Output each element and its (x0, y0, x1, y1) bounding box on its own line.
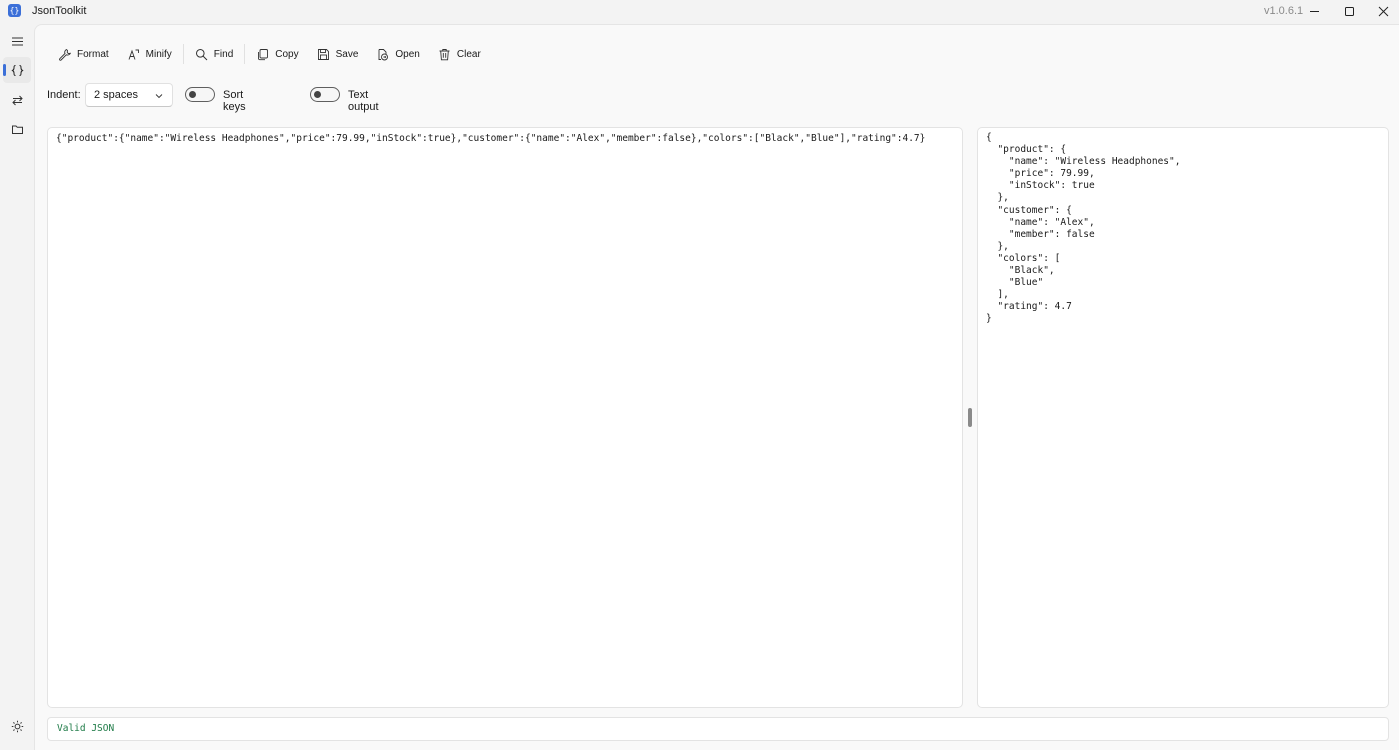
output-editor[interactable]: { "product": { "name": "Wireless Headpho… (977, 127, 1389, 708)
pane-splitter[interactable] (968, 408, 972, 427)
open-button[interactable]: Open (367, 41, 428, 67)
save-icon (317, 48, 329, 60)
hamburger-icon (11, 36, 23, 46)
status-bar: Valid JSON (47, 717, 1389, 741)
save-label: Save (335, 48, 359, 60)
find-label: Find (213, 48, 234, 60)
folder-icon (11, 125, 23, 134)
copy-label: Copy (275, 48, 299, 60)
toolbar: Format Minify Find Copy Save Open Clear (49, 41, 490, 67)
trash-icon (439, 48, 450, 60)
swap-icon (11, 95, 23, 105)
indent-select[interactable]: 2 spaces (85, 83, 173, 107)
clear-button[interactable]: Clear (429, 41, 490, 67)
nav-item-files[interactable] (3, 116, 31, 142)
indent-value: 2 spaces (94, 89, 139, 101)
minimize-button[interactable] (1297, 0, 1331, 22)
app-title: JsonToolkit (32, 5, 87, 17)
theme-toggle-button[interactable] (3, 713, 31, 739)
sort-keys-toggle[interactable] (185, 87, 215, 102)
input-editor[interactable]: {"product":{"name":"Wireless Headphones"… (47, 127, 963, 708)
nav-item-convert[interactable] (3, 87, 31, 113)
format-button[interactable]: Format (49, 41, 118, 67)
save-button[interactable]: Save (308, 41, 368, 67)
active-indicator (3, 64, 6, 76)
menu-button[interactable] (3, 28, 31, 54)
title-bar: {} JsonToolkit v1.0.6.1 (0, 0, 1399, 24)
toolbar-divider (182, 44, 184, 64)
minimize-icon (1309, 10, 1319, 12)
close-icon (1378, 6, 1388, 16)
wrench-icon (59, 48, 71, 61)
open-label: Open (395, 48, 420, 60)
format-label: Format (77, 48, 109, 60)
toolbar-divider (244, 44, 246, 64)
text-output-toggle[interactable] (310, 87, 340, 102)
find-button[interactable]: Find (186, 41, 242, 67)
minify-button[interactable]: Minify (118, 41, 181, 67)
copy-button[interactable]: Copy (247, 41, 307, 67)
copy-icon (258, 48, 269, 60)
sun-icon (11, 720, 23, 732)
minify-label: Minify (145, 48, 172, 60)
status-text: Valid JSON (57, 723, 115, 734)
minify-icon (128, 49, 139, 60)
maximize-button[interactable] (1332, 0, 1366, 22)
nav-item-formatter[interactable] (3, 57, 31, 83)
braces-icon (10, 64, 24, 76)
search-icon (195, 48, 208, 60)
maximize-icon (1344, 6, 1354, 16)
clear-label: Clear (456, 48, 481, 60)
output-json-text: { "product": { "name": "Wireless Headpho… (986, 132, 1181, 325)
close-button[interactable] (1366, 0, 1399, 22)
chevron-down-icon (155, 94, 163, 99)
open-file-icon (378, 48, 389, 60)
sort-keys-label: Sort keys (223, 89, 246, 113)
main-content: Format Minify Find Copy Save Open Clear … (34, 24, 1399, 750)
text-output-label: Text output (348, 89, 379, 113)
navigation-rail (0, 24, 34, 750)
input-json-text: {"product":{"name":"Wireless Headphones"… (56, 133, 926, 144)
braces-app-icon: {} (8, 4, 21, 17)
indent-label: Indent: (47, 89, 81, 101)
